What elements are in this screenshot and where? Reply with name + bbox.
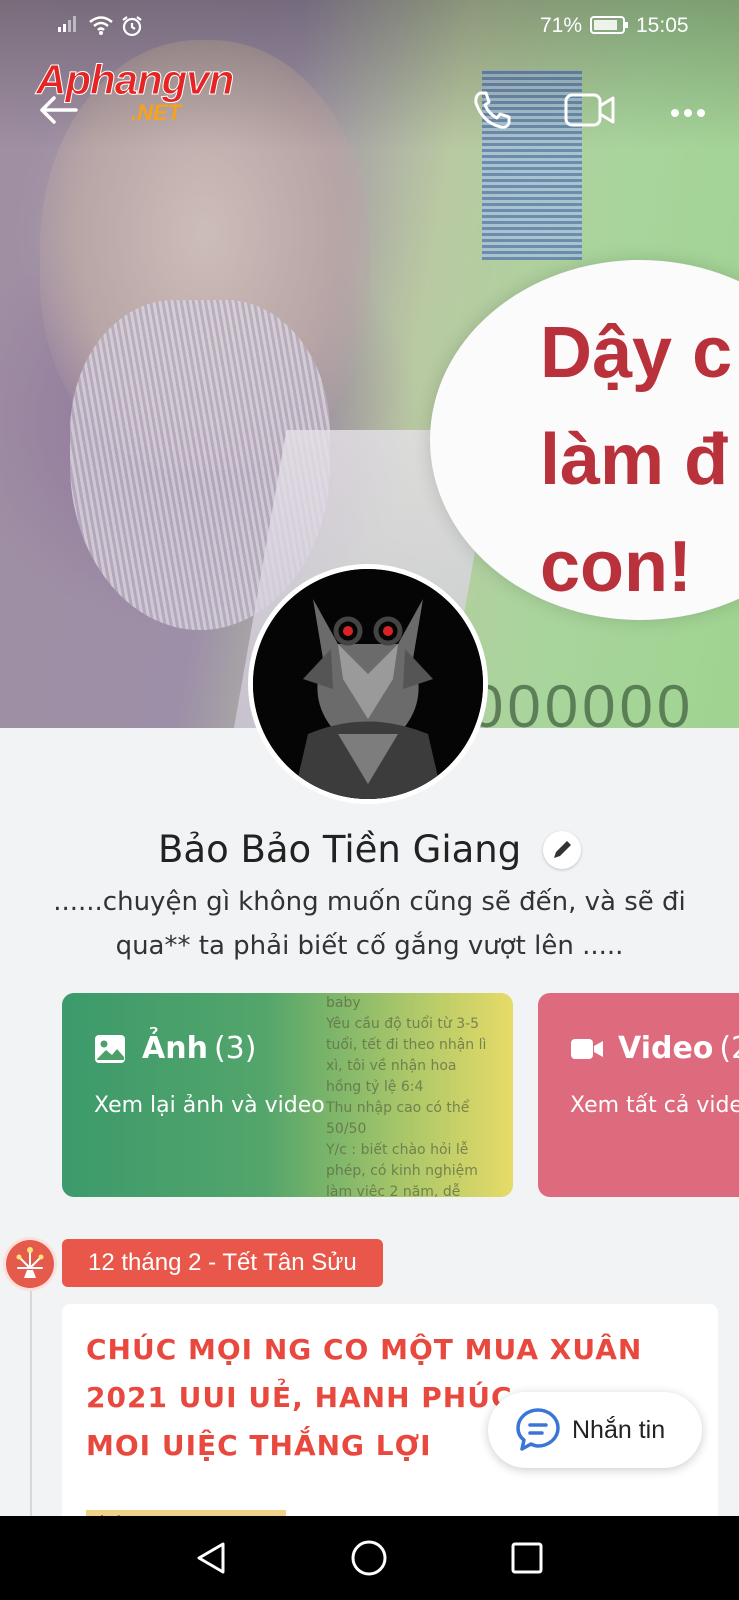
video-call-button[interactable] [560, 82, 620, 142]
back-arrow-icon [38, 94, 78, 130]
cover-banknote-zeros: 000000 [470, 673, 695, 728]
profile-bio: ......chuyện gì không muốn cũng sẽ đến, … [53, 887, 686, 961]
nav-recents-button[interactable] [499, 1532, 555, 1584]
photos-card-title: Ảnh (3) [94, 1031, 256, 1066]
message-button[interactable]: Nhắn tin [488, 1392, 702, 1468]
profile-name-row: Bảo Bảo Tiền Giang [0, 826, 739, 871]
photos-card[interactable]: baby Yêu cầu độ tuổi từ 3-5 tuổi, tết đi… [62, 993, 513, 1197]
nav-home-button[interactable] [341, 1532, 397, 1584]
wifi-icon [88, 14, 114, 42]
watermark-sub: .NET [131, 100, 182, 125]
edit-name-button[interactable] [542, 830, 581, 869]
videos-card-count: (2) [719, 1031, 739, 1066]
timeline-line [30, 1262, 32, 1520]
circle-home-icon [351, 1540, 387, 1576]
date-chip: 12 tháng 2 - Tết Tân Sửu [62, 1239, 383, 1287]
photos-card-count: (3) [213, 1031, 257, 1066]
videos-card-subtitle: Xem tất cả video [570, 1093, 739, 1118]
battery-percent: 71% [540, 14, 583, 37]
message-button-label: Nhắn tin [572, 1415, 666, 1444]
image-icon [95, 1034, 125, 1063]
triangle-back-icon [197, 1542, 225, 1574]
more-dots-icon [670, 103, 706, 122]
back-button[interactable] [28, 82, 88, 142]
wolf-avatar-image [253, 569, 483, 799]
signal-icon [56, 14, 78, 40]
photos-card-preview: baby Yêu cầu độ tuổi từ 3-5 tuổi, tết đi… [326, 995, 487, 1197]
photos-card-label: Ảnh [142, 1031, 208, 1066]
square-recents-icon [511, 1542, 543, 1574]
battery-icon [590, 14, 630, 42]
video-icon [571, 1038, 603, 1059]
photos-card-subtitle: Xem lại ảnh và video [94, 1093, 325, 1118]
fireworks-icon [6, 1240, 54, 1288]
alarm-icon [120, 14, 144, 44]
avatar[interactable] [248, 564, 488, 804]
cover-bubble-text: Dậy c làm đ con! [540, 313, 733, 607]
videos-card-title: Video (2) [570, 1031, 739, 1066]
system-nav-bar [0, 1516, 739, 1600]
call-button[interactable] [462, 82, 522, 142]
videos-card-label: Video [618, 1031, 714, 1066]
clock: 15:05 [636, 14, 689, 37]
nav-back-button[interactable] [183, 1532, 239, 1584]
video-camera-icon [564, 92, 616, 132]
pencil-icon [553, 840, 571, 858]
profile-name: Bảo Bảo Tiền Giang [158, 828, 522, 871]
videos-card[interactable]: Video (2) Xem tất cả video [538, 993, 739, 1197]
more-button[interactable] [658, 82, 718, 142]
phone-icon [471, 89, 513, 135]
chat-bubble-icon [516, 1408, 560, 1451]
